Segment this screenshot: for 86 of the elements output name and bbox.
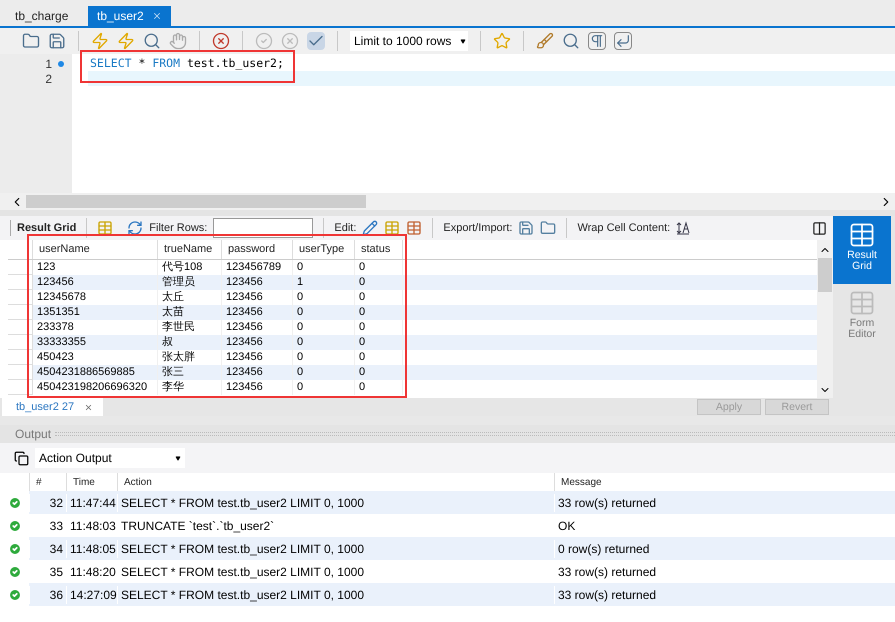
row-header[interactable] (8, 335, 33, 350)
table-cell: SELECT * FROM test.tb_user2 LIMIT 0, 1000 (117, 586, 554, 604)
table-cell: SELECT * FROM test.tb_user2 LIMIT 0, 1000 (117, 540, 554, 558)
table-cell: 11:48:20 (66, 562, 117, 580)
table-cell: 36 (29, 586, 66, 604)
output-select[interactable]: Action Output (35, 448, 185, 468)
check-icon[interactable] (255, 32, 273, 50)
table-cell: 33 row(s) returned (554, 586, 895, 604)
table-cell: TRUNCATE `test`.`tb_user2` (117, 516, 554, 534)
limit-select[interactable]: Limit to 1000 rows (350, 31, 468, 51)
table-cell: 123456 (222, 380, 293, 395)
stop-icon[interactable] (212, 32, 230, 50)
row-header[interactable] (8, 305, 33, 320)
columns-icon[interactable] (97, 220, 114, 236)
code-line: SELECT * FROM test.tb_user2; (90, 54, 284, 72)
row-header[interactable] (8, 290, 33, 305)
import-icon[interactable] (540, 220, 556, 236)
table-cell: 35 (29, 562, 66, 580)
table-cell: 11:47:44 (66, 494, 117, 512)
scrollbar-thumb[interactable] (26, 195, 366, 208)
scrollbar-thumb[interactable] (818, 258, 832, 292)
editor-tab[interactable]: tb_charge (6, 6, 88, 26)
search-icon[interactable] (562, 32, 580, 50)
vertical-scrollbar[interactable] (817, 240, 833, 398)
export-label: Export/Import: (443, 220, 512, 236)
table-cell: 33 row(s) returned (554, 494, 895, 512)
row-header[interactable] (8, 350, 33, 365)
add-row-icon[interactable] (384, 220, 400, 236)
result-grid-label: Result Grid (17, 220, 76, 236)
dropdown-icon (460, 38, 466, 44)
table-cell: OK (554, 516, 895, 534)
edit-label: Edit: (334, 220, 356, 236)
view-switch-tab[interactable]: Result Grid (833, 216, 891, 284)
line-number: 2 (45, 70, 52, 88)
table-cell: 450423198206696320 (33, 380, 158, 395)
table-cell: 14:27:09 (66, 586, 117, 604)
table-cell: 34 (29, 540, 66, 558)
panel-toggle-icon[interactable] (812, 220, 827, 236)
output-title: Output (15, 426, 52, 443)
delete-row-icon[interactable] (406, 220, 422, 236)
line-number: 1 (45, 56, 52, 72)
filter-field[interactable] (213, 218, 314, 238)
table-cell: 李华 (158, 380, 222, 395)
brush-icon[interactable] (536, 32, 554, 50)
column-header[interactable]: userType (293, 240, 355, 259)
code-editor[interactable]: 1 2 SELECT * FROM test.tb_user2; (0, 54, 895, 193)
toggle-icon[interactable] (307, 32, 325, 50)
result-tab[interactable]: tb_user2 27 (2, 398, 104, 416)
close-icon (84, 402, 94, 412)
table-cell: 32 (29, 494, 66, 512)
column-header[interactable]: status (355, 240, 403, 259)
column-header[interactable]: password (222, 240, 293, 259)
pilcrow-icon[interactable] (588, 32, 606, 50)
row-header[interactable] (8, 320, 33, 335)
row-header[interactable] (8, 275, 33, 290)
star-icon[interactable] (493, 32, 511, 50)
folder-icon[interactable] (22, 32, 40, 50)
column-header[interactable]: trueName (158, 240, 222, 259)
view-switch-tab[interactable]: Form Editor (833, 284, 891, 352)
row-header[interactable] (8, 380, 33, 395)
horizontal-scrollbar[interactable] (0, 193, 895, 210)
table-cell: 33 (29, 516, 66, 534)
wrap-label: Wrap Cell Content: (577, 220, 670, 236)
table-cell: 33 row(s) returned (554, 562, 895, 580)
wrap-icon[interactable] (614, 32, 632, 50)
row-header[interactable] (8, 365, 33, 380)
table-cell: 0 (293, 380, 355, 395)
magnifier-icon[interactable] (143, 32, 161, 50)
refresh-icon[interactable] (127, 220, 144, 236)
table-cell: SELECT * FROM test.tb_user2 LIMIT 0, 1000 (117, 562, 554, 580)
table-cell: SELECT * FROM test.tb_user2 LIMIT 0, 1000 (117, 494, 554, 512)
table-cell: 0 row(s) returned (554, 540, 895, 558)
pencil-icon[interactable] (362, 220, 378, 236)
row-header[interactable] (8, 260, 33, 275)
editor-tab[interactable]: tb_user2 (88, 6, 171, 26)
close-icon[interactable] (152, 11, 162, 21)
copy-icon[interactable] (14, 450, 29, 466)
wrap-cell-icon[interactable] (676, 221, 690, 235)
export-icon[interactable] (518, 220, 534, 236)
dropdown-icon (175, 456, 181, 460)
column-header[interactable]: userName (33, 240, 158, 259)
table-cell: 11:48:03 (66, 516, 117, 534)
table-cell: 0 (355, 380, 403, 395)
filter-label: Filter Rows: (149, 220, 208, 236)
table-cell: 11:48:05 (66, 540, 117, 558)
save-icon[interactable] (48, 32, 66, 50)
